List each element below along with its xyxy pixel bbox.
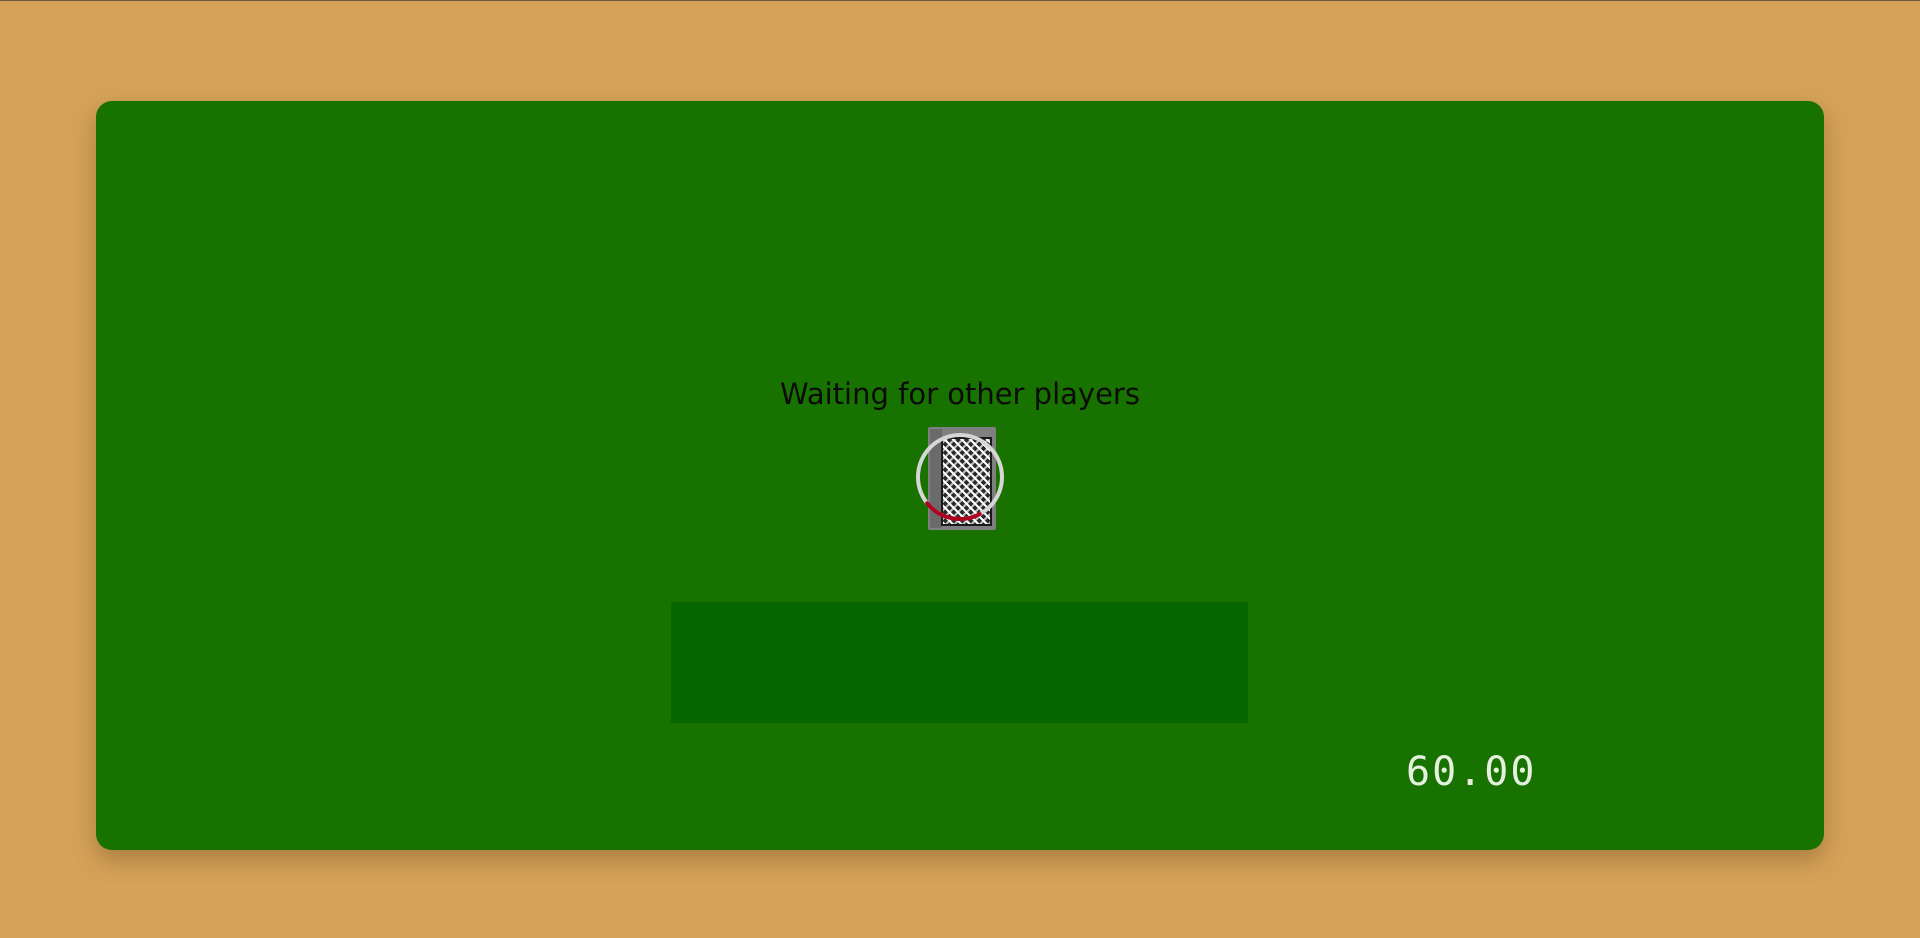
waiting-status-text: Waiting for other players xyxy=(780,377,1140,411)
spinner-progress-arc xyxy=(916,433,1004,521)
window-top-border xyxy=(0,0,1920,1)
player-hand-zone[interactable] xyxy=(671,602,1248,723)
turn-timer: 60.00 xyxy=(1406,749,1537,795)
loading-spinner-icon xyxy=(916,433,1004,521)
game-table: Waiting for other players 60.00 xyxy=(96,101,1824,850)
